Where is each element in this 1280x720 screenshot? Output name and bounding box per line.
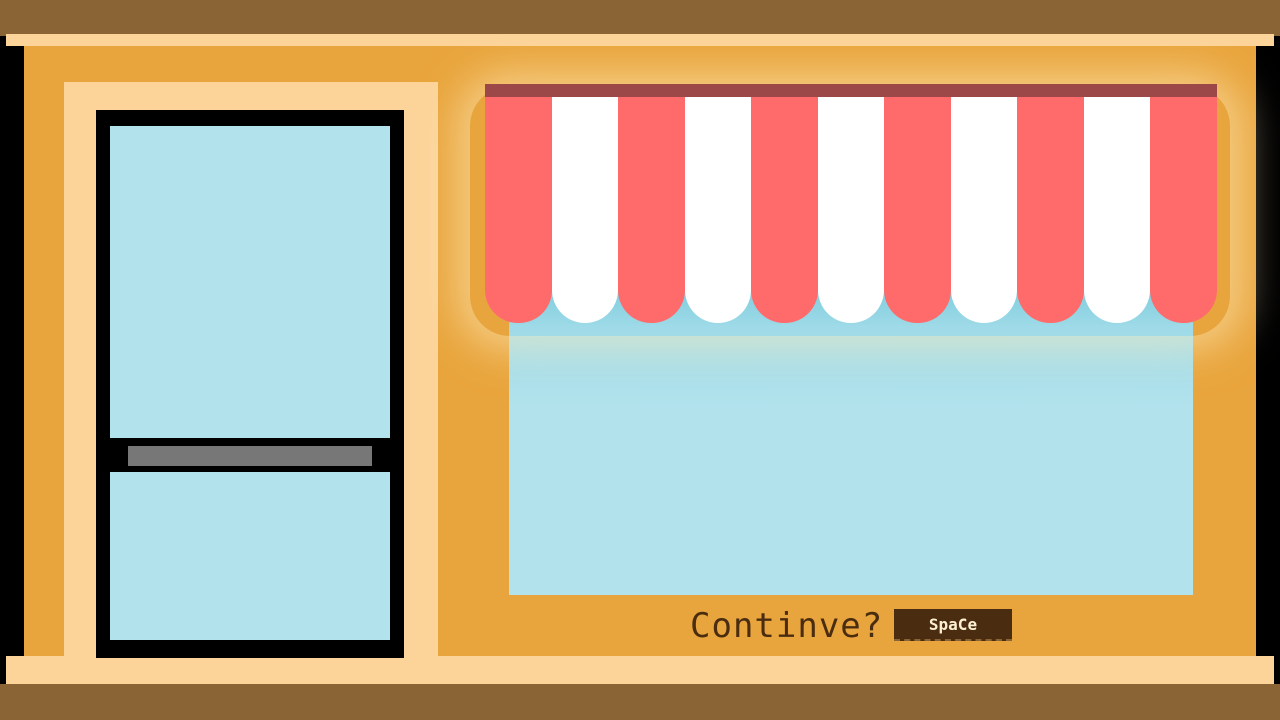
awning-stripe [485, 97, 552, 323]
base-trim [6, 656, 1274, 686]
awning-stripe [884, 97, 951, 323]
awning-stripe [684, 97, 752, 323]
continue-prompt: Continve? [690, 606, 884, 646]
striped-awning [485, 97, 1218, 323]
awning-stripe [551, 97, 619, 323]
roof-top-beam [0, 0, 1280, 36]
awning-stripe [950, 97, 1018, 323]
door-glass-lower [110, 472, 390, 640]
door-handle-bar [128, 446, 372, 466]
awning-top-bar [485, 84, 1217, 97]
awning-stripe [1083, 97, 1151, 323]
awning-stripe [1150, 97, 1218, 323]
space-key-button[interactable]: SpaCe [894, 609, 1012, 641]
awning-stripe [1017, 97, 1084, 323]
door-glass-upper [110, 126, 390, 438]
awning-stripe [817, 97, 885, 323]
sidewalk-floor [0, 684, 1280, 720]
awning-stripe [618, 97, 685, 323]
roof-trim [6, 34, 1274, 46]
awning-stripe [751, 97, 818, 323]
